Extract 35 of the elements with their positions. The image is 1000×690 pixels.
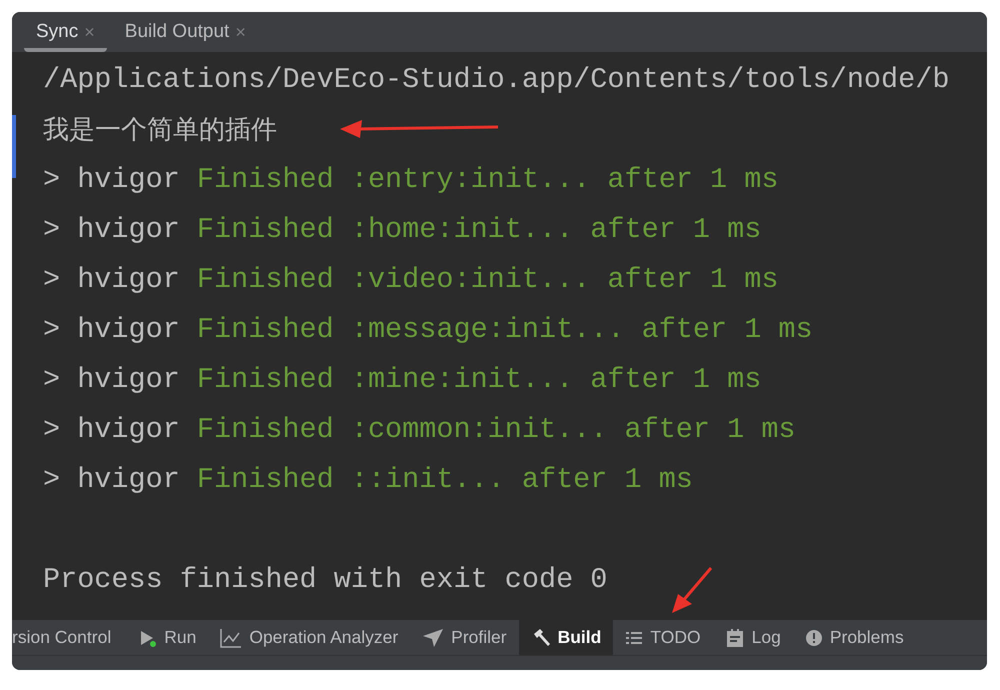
change-marker xyxy=(12,115,16,178)
tool-window-button[interactable]: Operation Analyzer xyxy=(208,620,410,655)
tab[interactable]: Sync × xyxy=(24,16,107,52)
run-icon xyxy=(139,628,158,646)
tool-window-button[interactable]: Log xyxy=(712,620,793,655)
tab[interactable]: Build Output × xyxy=(112,16,258,52)
console-prefix: > hvigor xyxy=(43,362,180,398)
list-icon xyxy=(625,630,644,646)
console-message: Finished :mine:init... after 1 ms xyxy=(196,362,762,398)
log-icon xyxy=(724,628,745,648)
console-message: Finished :entry:init... after 1 ms xyxy=(196,162,778,198)
console-prefix: > hvigor xyxy=(43,462,180,498)
console-prefix: > hvigor xyxy=(43,162,180,198)
console-message: Finished ::init... after 1 ms xyxy=(196,462,693,498)
paper-plane-icon xyxy=(422,628,444,648)
console-message: Finished :common:init... after 1 ms xyxy=(196,412,796,448)
console-prefix: > hvigor xyxy=(43,312,180,348)
tool-window-button[interactable]: Build xyxy=(518,620,614,655)
console-message: Finished :video:init... after 1 ms xyxy=(196,262,778,298)
console-message: Finished :message:init... after 1 ms xyxy=(196,312,813,348)
console-line: 我是一个简单的插件 xyxy=(43,114,277,146)
chart-icon xyxy=(220,628,242,648)
console-message: Finished :home:init... after 1 ms xyxy=(196,212,762,248)
tool-window-button[interactable]: Profiler xyxy=(410,620,519,655)
tool-window-button[interactable]: Problems xyxy=(792,620,916,655)
tool-window-button[interactable]: TODO xyxy=(613,620,713,655)
console-prefix: > hvigor xyxy=(43,212,180,248)
console-prefix: > hvigor xyxy=(43,412,180,448)
tool-window-button[interactable]: Run xyxy=(127,620,208,655)
alert-icon xyxy=(804,628,823,646)
console-line: /Applications/DevEco-Studio.app/Contents/tools/node/b xyxy=(43,62,950,98)
arrow-drawing xyxy=(670,566,714,614)
tool-window-button[interactable]: rsion Control xyxy=(12,620,128,655)
console-prefix: > hvigor xyxy=(43,262,180,298)
console-line: Process finished with exit code 0 xyxy=(43,562,608,598)
